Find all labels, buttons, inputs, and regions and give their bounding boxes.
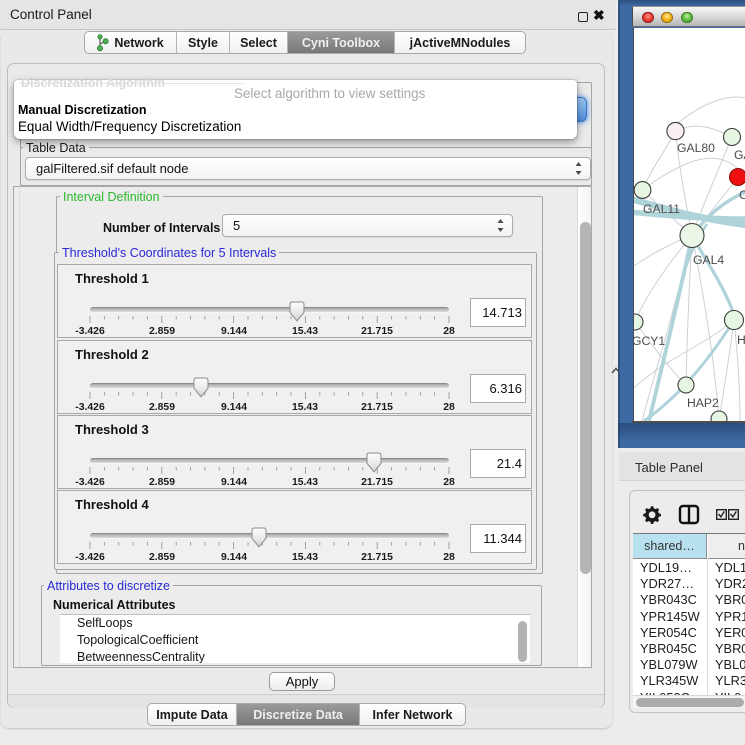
svg-text:GAL80: GAL80 xyxy=(677,141,715,155)
svg-text:GAL4: GAL4 xyxy=(693,253,724,267)
svg-text:CY: CY xyxy=(739,188,745,202)
svg-text:HAP4: HAP4 xyxy=(737,333,745,347)
svg-text:GCY1: GCY1 xyxy=(634,334,665,348)
svg-text:GAL: GAL xyxy=(734,148,745,162)
svg-text:GAL11: GAL11 xyxy=(643,202,680,216)
svg-text:HAP2: HAP2 xyxy=(687,396,719,410)
